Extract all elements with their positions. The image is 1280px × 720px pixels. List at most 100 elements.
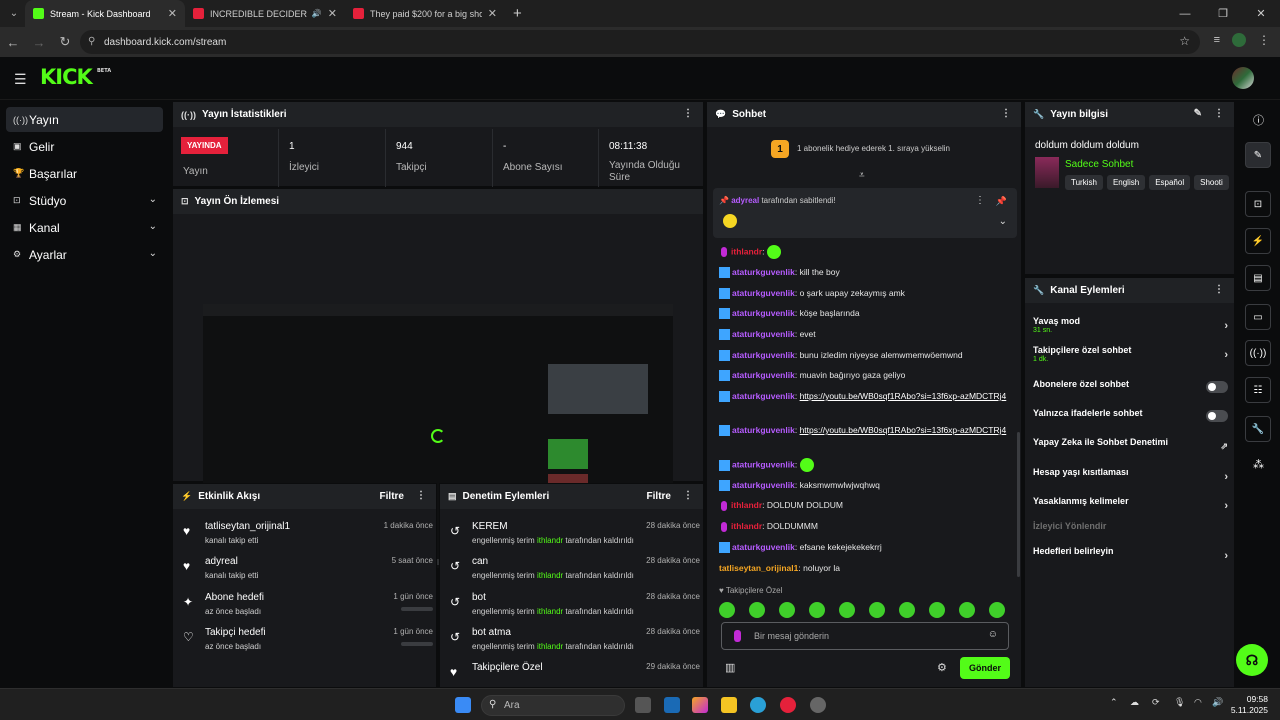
sidebar-item-ayarlar[interactable]: ⚙ Ayarlar ⌄ [6, 242, 163, 267]
tab-kick-dashboard[interactable]: Stream - Kick Dashboard ✕ [25, 0, 185, 27]
moderation-item[interactable]: ↺ bot atma engellenmiş terim ithlandr ta… [450, 627, 700, 659]
chevron-down-icon[interactable]: ⌄ [999, 216, 1007, 227]
action-banned-words[interactable]: Yasaklanmış kelimeler › [1033, 496, 1228, 520]
emote-icon[interactable] [839, 602, 855, 618]
cloud-icon[interactable]: ☁ [1130, 697, 1139, 708]
bookmark-star-icon[interactable]: ☆ [1179, 34, 1190, 48]
menu-dots-icon[interactable]: ⋮ [1214, 284, 1224, 295]
url-field[interactable]: ⚲ dashboard.kick.com/stream ☆ [80, 30, 1200, 54]
emote-icon[interactable] [749, 602, 765, 618]
outlook-icon[interactable] [664, 697, 680, 713]
toggle-switch[interactable] [1206, 410, 1228, 422]
tray-overflow-icon[interactable]: ⌃ [1110, 697, 1118, 708]
tab-they-paid[interactable]: They paid $200 for a big shock ✕ [345, 0, 505, 27]
filter-button[interactable]: Filtre [647, 491, 671, 502]
preview-icon[interactable]: ⊡ [1245, 191, 1271, 217]
chat-scrollbar[interactable] [1017, 432, 1020, 577]
activity-item[interactable]: ♡ Takipçi hedefi az önce başladı 1 gün ö… [183, 627, 433, 659]
new-tab-icon[interactable]: + [513, 5, 522, 22]
sidebar-item-kanal[interactable]: ▦ Kanal ⌄ [6, 215, 163, 240]
support-headset-icon[interactable]: ☊ [1236, 644, 1268, 676]
chat-message[interactable]: ithlandr: DOLDUMMM [719, 520, 1009, 534]
close-icon[interactable]: ✕ [168, 7, 177, 20]
back-icon[interactable]: ← [0, 35, 26, 50]
action-ai-moderation[interactable]: Yapay Zeka ile Sohbet Denetimi ⇗ [1033, 437, 1228, 461]
chat-settings-icon[interactable]: ⚙ [937, 661, 947, 674]
category-name[interactable]: Sadece Sohbet [1065, 159, 1133, 170]
chat-link[interactable]: https://youtu.be/WB0sqf1RAbo?si=13f6xp-a… [800, 391, 1007, 401]
category-thumbnail[interactable] [1035, 157, 1059, 188]
emote-icon[interactable] [779, 602, 795, 618]
emote-icon[interactable] [929, 602, 945, 618]
stream-info-icon[interactable]: ☷ [1245, 377, 1271, 403]
emote-icon[interactable] [959, 602, 975, 618]
menu-dots-icon[interactable]: ⋮ [416, 490, 426, 501]
activity-item[interactable]: ♥ tatliseytan_orijinal1 kanalı takip ett… [183, 521, 433, 553]
store-icon[interactable]: ▥ [725, 661, 735, 674]
broadcast-icon[interactable]: ((·)) [1245, 340, 1271, 366]
chat-message[interactable]: ataturkguvenlik: https://youtu.be/WB0sqf… [719, 390, 1009, 404]
sidebar-item-basarilar[interactable]: 🏆 Başarılar [6, 161, 163, 186]
wifi-icon[interactable]: ◠ [1194, 697, 1202, 708]
moderation-item[interactable]: ↺ bot engellenmiş terim ithlandr tarafın… [450, 592, 700, 624]
action-followers-only[interactable]: Takipçilere özel sohbet 1 dk. › [1033, 345, 1228, 369]
close-icon[interactable]: ✕ [328, 7, 337, 20]
edit-pencil-icon[interactable]: ✎ [1194, 108, 1202, 119]
document-icon[interactable]: ▤ [1245, 265, 1271, 291]
forward-icon[interactable]: → [26, 35, 52, 50]
emote-icon[interactable] [899, 602, 915, 618]
chat-message[interactable]: tatliseytan_orijinal1: noluyor la [719, 562, 1009, 576]
pin-icon[interactable]: 📌 [996, 196, 1007, 207]
action-account-age[interactable]: Hesap yaşı kısıtlaması › [1033, 467, 1228, 491]
chat-message[interactable]: ataturkguvenlik: muavin bağırıyo gaza ge… [719, 369, 1009, 383]
profile-icon[interactable] [1232, 33, 1246, 47]
chat-message[interactable]: ataturkguvenlik: efsane kekejekekekrrj [719, 541, 1009, 555]
tag-chip[interactable]: Turkish [1065, 175, 1103, 190]
moderation-item[interactable]: ↺ can engellenmiş terim ithlandr tarafın… [450, 556, 700, 588]
chat-message[interactable]: ataturkguvenlik: [719, 458, 1009, 472]
menu-dots-icon[interactable]: ⋮ [683, 108, 693, 119]
tag-chip[interactable]: English [1106, 175, 1146, 190]
chat-message[interactable]: ithlandr: [719, 245, 1009, 259]
volume-icon[interactable]: 🔊 [1212, 697, 1223, 708]
chat-message[interactable]: ataturkguvenlik: kill the boy [719, 266, 1009, 280]
emote-icon[interactable] [719, 602, 735, 618]
chrome-icon[interactable] [780, 697, 796, 713]
wrench-icon[interactable]: 🔧 [1245, 416, 1271, 442]
edge-icon[interactable] [750, 697, 766, 713]
chat-message[interactable]: ataturkguvenlik: kaksmwmwlwjwqhwq [719, 479, 1009, 493]
action-set-goals[interactable]: Hedefleri belirleyin › [1033, 546, 1228, 570]
chat-link[interactable]: https://youtu.be/WB0sqf1RAbo?si=13f6xp-a… [800, 425, 1007, 435]
send-button[interactable]: Gönder [960, 657, 1010, 679]
emote-icon[interactable] [989, 602, 1005, 618]
edit-pencil-icon[interactable]: ✎ [1245, 142, 1271, 168]
minimize-icon[interactable]: — [1166, 0, 1204, 27]
task-view-icon[interactable] [635, 697, 651, 713]
copilot-icon[interactable] [692, 697, 708, 713]
moderation-item[interactable]: ↺ KEREM engellenmiş terim ithlandr taraf… [450, 521, 700, 553]
taskbar-search[interactable]: ⚲ Ara [481, 695, 625, 716]
close-icon[interactable]: ✕ [488, 7, 497, 20]
action-subscribers-only[interactable]: Abonelere özel sohbet [1033, 379, 1228, 403]
action-slow-mode[interactable]: Yavaş mod 31 sn. › [1033, 316, 1228, 340]
gift-leaderboard-text[interactable]: 1 abonelik hediye ederek 1. sıraya yükse… [797, 144, 950, 153]
emote-icon[interactable] [809, 602, 825, 618]
chat-message[interactable]: ataturkguvenlik: https://youtu.be/WB0sqf… [719, 424, 1009, 438]
activity-item[interactable]: ✦ Abone hedefi az önce başladı 1 gün önc… [183, 592, 433, 624]
taskbar-clock[interactable]: 09:58 5.11.2025 [1231, 694, 1268, 716]
speaker-icon[interactable]: 🔊 [312, 9, 322, 18]
chat-message[interactable]: ataturkguvenlik: o şark uapay zekaymış a… [719, 287, 1009, 301]
user-avatar[interactable] [1232, 67, 1254, 89]
info-icon[interactable]: ⓘ [1253, 112, 1264, 128]
pinned-message[interactable]: 📌 adyreal tarafından sabitlendi! 📌 ⋮ ⌄ [713, 188, 1017, 238]
hamburger-menu-icon[interactable]: ☰ [14, 71, 27, 88]
tag-chip[interactable]: Shooti [1194, 175, 1229, 190]
app-icon[interactable] [810, 697, 826, 713]
menu-dots-icon[interactable]: ⋮ [683, 490, 693, 501]
menu-dots-icon[interactable]: ⋮ [1001, 108, 1011, 119]
site-info-icon[interactable]: ⚲ [88, 36, 95, 47]
sidebar-item-gelir[interactable]: ▣ Gelir [6, 134, 163, 159]
chat-message[interactable]: ataturkguvenlik: köşe başlarında [719, 307, 1009, 321]
tab-incredible-decider[interactable]: INCREDIBLE DECIDER | Roni 🔊 ✕ [185, 0, 345, 27]
toggle-switch[interactable] [1206, 381, 1228, 393]
